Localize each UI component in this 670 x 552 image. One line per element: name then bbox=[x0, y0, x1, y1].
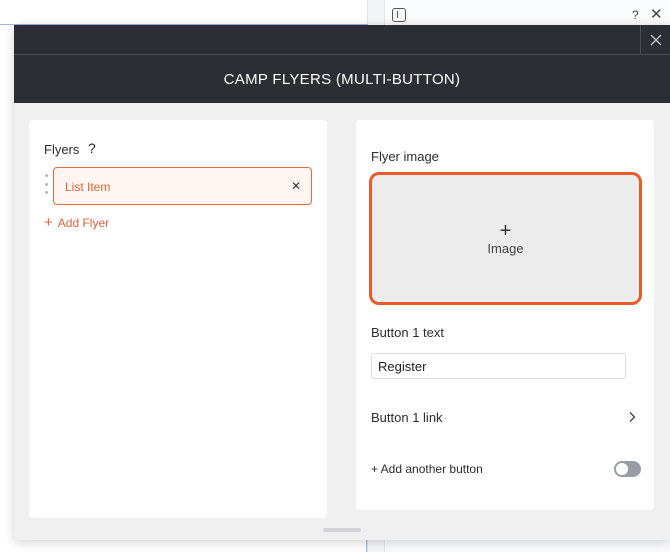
flyer-details-panel: Flyer image + Image Button 1 text Button… bbox=[356, 120, 654, 510]
image-upload-dropzone[interactable]: + Image bbox=[369, 172, 642, 305]
panel-toggle-icon[interactable] bbox=[392, 8, 406, 22]
list-item-label: List Item bbox=[65, 180, 111, 194]
button1-text-input[interactable] bbox=[371, 353, 626, 379]
button1-link-label: Button 1 link bbox=[371, 409, 443, 425]
toggle-knob bbox=[616, 463, 628, 475]
add-button-row: + Add another button bbox=[371, 460, 641, 478]
flyers-list-panel: Flyers ? List Item ✕ + Add Flyer bbox=[29, 120, 327, 518]
add-button-toggle[interactable] bbox=[614, 461, 641, 477]
button1-link-row[interactable]: Button 1 link bbox=[371, 408, 639, 426]
modal-topbar bbox=[14, 25, 670, 55]
settings-modal: CAMP FLYERS (MULTI-BUTTON) Flyers ? List… bbox=[14, 25, 670, 540]
modal-header: CAMP FLYERS (MULTI-BUTTON) bbox=[14, 55, 670, 103]
image-upload-label: Image bbox=[487, 240, 524, 256]
plus-icon: + bbox=[44, 214, 53, 231]
help-icon[interactable]: ? bbox=[88, 140, 96, 156]
chevron-right-icon bbox=[629, 412, 636, 422]
add-flyer-label: Add Flyer bbox=[57, 216, 110, 230]
add-another-button-link[interactable]: + Add another button bbox=[371, 462, 483, 476]
remove-item-icon[interactable]: ✕ bbox=[291, 179, 301, 193]
drag-handle-icon[interactable] bbox=[43, 174, 49, 194]
resize-handle[interactable] bbox=[323, 528, 361, 532]
plus-icon: + bbox=[499, 219, 512, 242]
list-item[interactable]: List Item ✕ bbox=[53, 167, 312, 205]
editor-help-button[interactable]: ? bbox=[632, 8, 639, 22]
button1-text-label: Button 1 text bbox=[371, 325, 444, 340]
modal-title: CAMP FLYERS (MULTI-BUTTON) bbox=[223, 70, 461, 88]
editor-close-button[interactable]: ✕ bbox=[650, 5, 663, 23]
modal-close-button[interactable] bbox=[640, 25, 670, 55]
close-icon bbox=[650, 34, 661, 46]
flyer-image-label: Flyer image bbox=[371, 149, 439, 164]
flyers-label: Flyers bbox=[44, 142, 80, 157]
add-flyer-button[interactable]: + Add Flyer bbox=[44, 214, 110, 231]
